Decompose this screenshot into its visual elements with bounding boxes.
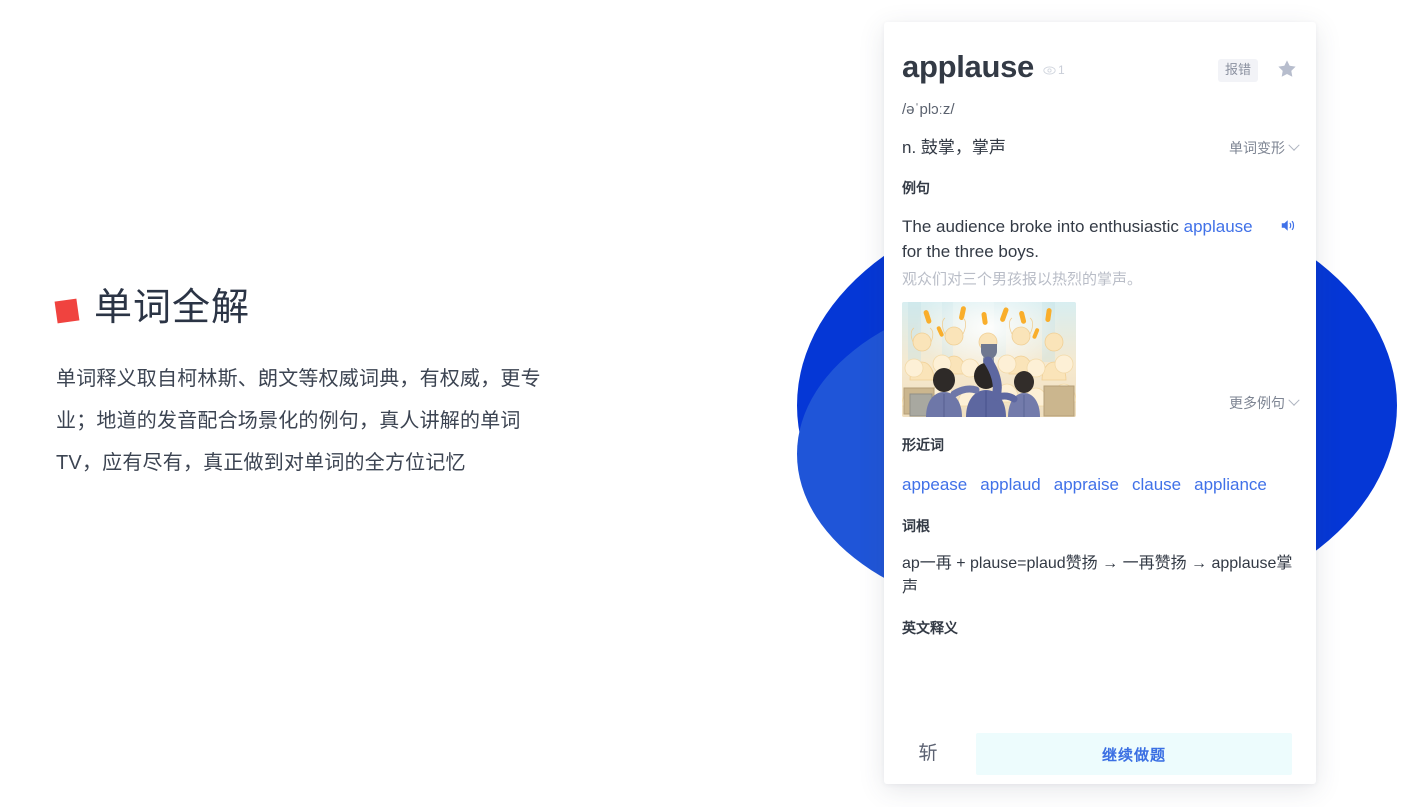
- example-en-highlight: applause: [1183, 217, 1253, 236]
- word-title: applause: [902, 49, 1034, 84]
- chevron-down-icon: [1288, 394, 1300, 406]
- similar-word-link[interactable]: applaud: [980, 475, 1041, 494]
- continue-practice-button[interactable]: 继续做题: [976, 733, 1292, 775]
- view-count-group: 1: [1043, 63, 1065, 77]
- word-detail-card: applause 1 报错 /əˈplɔːz/ n. 鼓掌，掌声 单词变形 例句…: [884, 22, 1316, 784]
- more-examples-label: 更多例句: [1229, 395, 1285, 411]
- view-count-value: 1: [1057, 63, 1065, 77]
- phonetic-transcription: /əˈplɔːz/: [902, 101, 955, 118]
- red-square-bullet-icon: [54, 298, 80, 324]
- star-favorite-icon[interactable]: [1276, 58, 1298, 80]
- example-en-before: The audience broke into enthusiastic: [902, 217, 1184, 236]
- speaker-icon[interactable]: [1279, 216, 1298, 235]
- similar-word-link[interactable]: appease: [902, 475, 967, 494]
- illustration-row: 更多例句: [902, 302, 1300, 417]
- similar-word-link[interactable]: clause: [1132, 475, 1181, 494]
- word-card-footer: 斩 继续做题: [884, 724, 1316, 784]
- eye-icon: [1043, 64, 1056, 77]
- word-inflection-label: 单词变形: [1229, 140, 1285, 156]
- section-title-english-definition: 英文释义: [902, 620, 958, 636]
- chevron-down-icon: [1288, 139, 1300, 151]
- feature-heading: 单词全解: [94, 287, 251, 329]
- example-sentence-block: The audience broke into enthusiastic app…: [902, 214, 1298, 292]
- meaning-row: n. 鼓掌，掌声 单词变形: [902, 136, 1300, 160]
- example-sentence-cn: 观众们对三个男孩报以热烈的掌声。: [902, 271, 1143, 288]
- more-examples-toggle[interactable]: 更多例句: [1229, 393, 1300, 417]
- word-inflection-toggle[interactable]: 单词变形: [1229, 138, 1300, 158]
- similar-word-link[interactable]: appliance: [1194, 475, 1267, 494]
- example-sentence-en: The audience broke into enthusiastic app…: [902, 214, 1298, 264]
- word-card-header: applause 1 报错: [902, 22, 1298, 86]
- similar-words-list: appease applaud appraise clause appliance: [902, 472, 1298, 498]
- word-meaning: n. 鼓掌，掌声: [902, 138, 1006, 157]
- feature-body-text: 单词释义取自柯林斯、朗文等权威词典，有权威，更专业；地道的发音配合场景化的例句，…: [56, 368, 541, 474]
- section-title-root: 词根: [902, 518, 930, 534]
- similar-word-link[interactable]: appraise: [1054, 475, 1119, 494]
- example-illustration-image: [902, 302, 1076, 417]
- section-title-similar-words: 形近词: [902, 437, 944, 453]
- report-error-button[interactable]: 报错: [1217, 59, 1258, 82]
- word-root-explanation: ap一再 + plause=plaud赞扬 → 一再赞扬 → applause掌…: [902, 555, 1293, 596]
- section-title-example: 例句: [902, 180, 930, 196]
- word-card-body: applause 1 报错 /əˈplɔːz/ n. 鼓掌，掌声 单词变形 例句…: [884, 22, 1316, 724]
- mark-known-button[interactable]: 斩: [902, 742, 954, 766]
- feature-description-panel: 单词全解 单词释义取自柯林斯、朗文等权威词典，有权威，更专业；地道的发音配合场景…: [54, 284, 576, 484]
- example-en-after: for the three boys.: [902, 242, 1040, 261]
- feature-heading-row: 单词全解: [54, 284, 576, 332]
